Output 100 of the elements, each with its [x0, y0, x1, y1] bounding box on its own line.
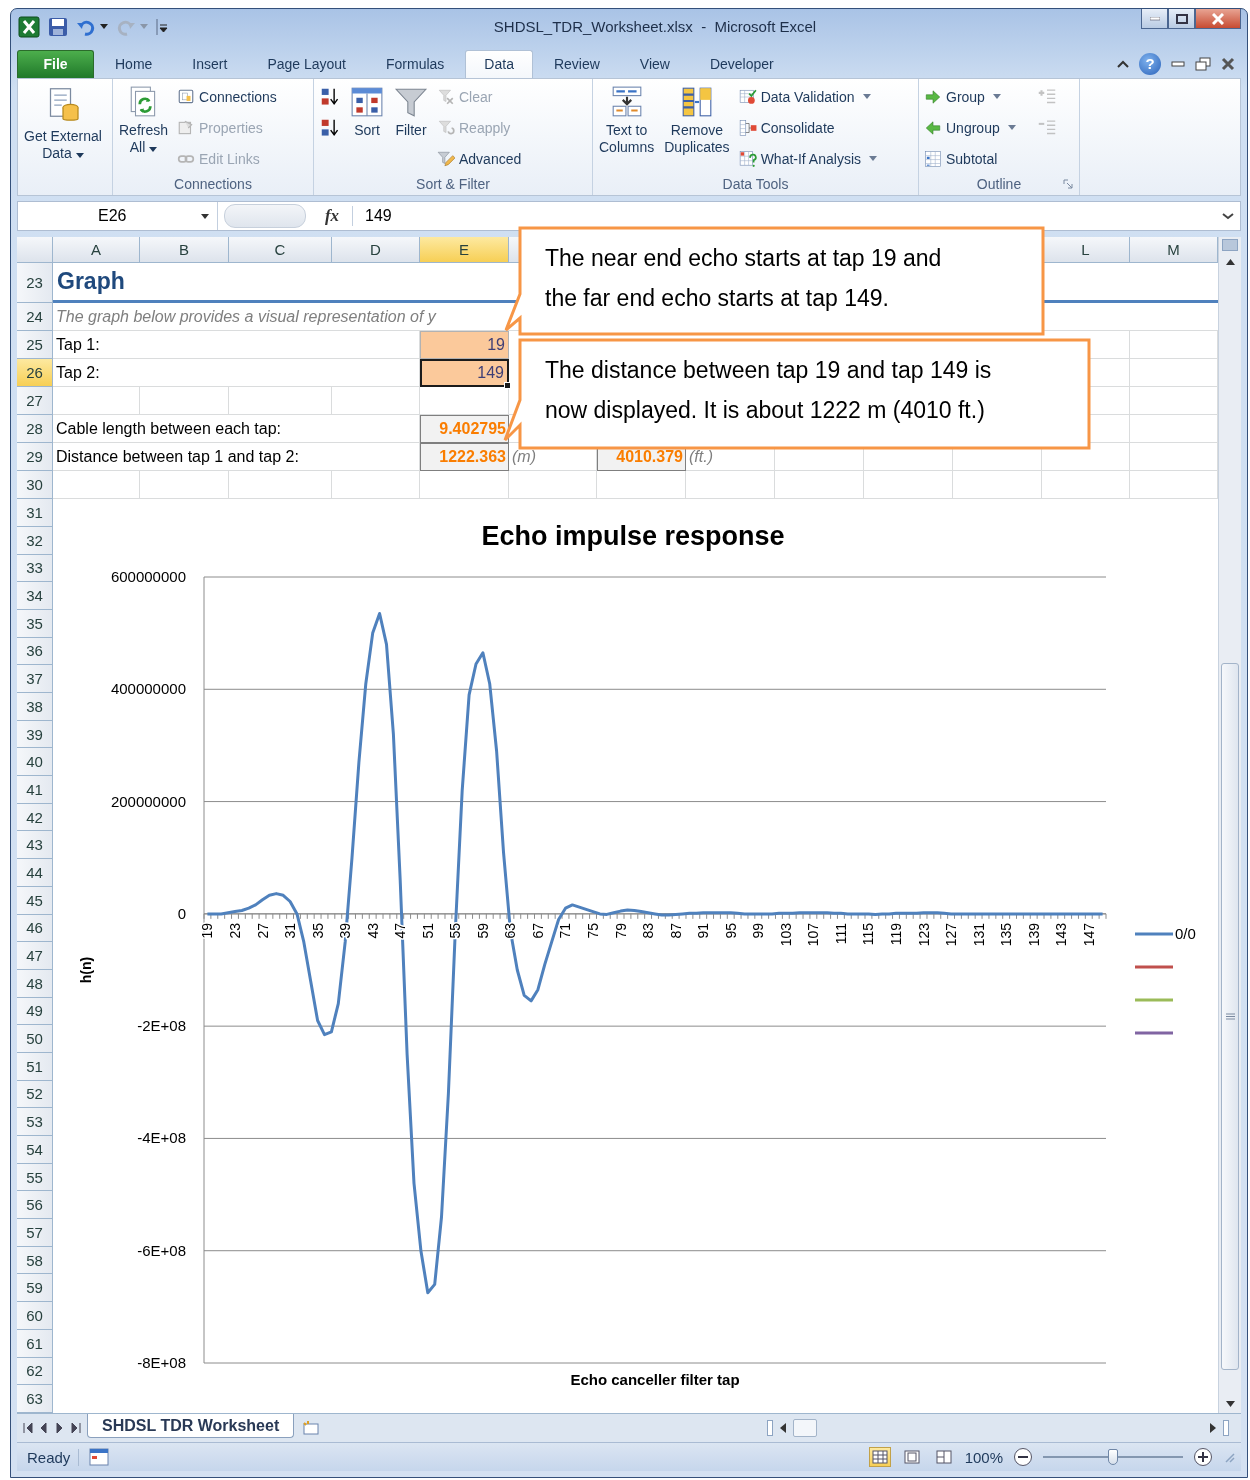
split-handle[interactable]	[1222, 239, 1238, 252]
row-header[interactable]: 39	[17, 720, 53, 749]
zoom-slider-thumb[interactable]	[1108, 1449, 1118, 1465]
row-header[interactable]: 47	[17, 942, 53, 970]
formula-bar-handle[interactable]	[224, 204, 306, 229]
row-header[interactable]: 37	[17, 665, 53, 693]
ribbon-button[interactable]: What-If Analysis	[736, 144, 879, 173]
row-header[interactable]: 55	[17, 1163, 53, 1192]
row-header[interactable]: 52	[17, 1080, 53, 1109]
sheet-nav-icon[interactable]	[39, 1422, 49, 1435]
row-header[interactable]: 43	[17, 831, 53, 860]
column-header[interactable]: A	[53, 237, 140, 264]
row-header[interactable]: 34	[17, 582, 53, 610]
expand-formula-icon[interactable]	[1220, 211, 1236, 222]
column-header[interactable]: E	[420, 237, 509, 264]
sheet-nav-icon[interactable]	[55, 1422, 65, 1435]
ribbon-tab[interactable]: Page Layout	[248, 49, 365, 78]
ribbon-button[interactable]: Consolidate	[736, 113, 879, 142]
row-header[interactable]: 46	[17, 914, 53, 943]
row-header[interactable]: 44	[17, 859, 53, 887]
row-header[interactable]: 61	[17, 1329, 53, 1358]
collapse-ribbon-icon[interactable]	[1117, 59, 1129, 68]
row-header[interactable]: 32	[17, 526, 53, 555]
row-header[interactable]: 35	[17, 609, 53, 638]
ribbon-button[interactable]: Remove Duplicates	[661, 82, 733, 158]
record-macro-icon[interactable]	[89, 1448, 110, 1466]
row-header[interactable]: 23	[17, 263, 53, 304]
scroll-right-icon[interactable]	[1209, 1423, 1217, 1434]
row-header[interactable]: 53	[17, 1108, 53, 1136]
column-header[interactable]: M	[1130, 237, 1218, 264]
close-icon[interactable]	[1221, 56, 1235, 71]
save-button[interactable]	[47, 16, 69, 37]
formula-field[interactable]: 149	[353, 207, 1220, 226]
customize-toolbar-button[interactable]	[155, 18, 169, 35]
close-button[interactable]	[1195, 9, 1241, 29]
input-cell[interactable]: 19	[420, 331, 509, 360]
ribbon-tab[interactable]: Insert	[173, 49, 247, 78]
row-header[interactable]: 63	[17, 1385, 53, 1413]
column-header[interactable]: B	[140, 237, 229, 264]
ribbon-button[interactable]: Refresh All	[116, 82, 172, 158]
insert-function-button[interactable]: fx	[312, 206, 353, 227]
column-header[interactable]: L	[1042, 237, 1130, 264]
row-header[interactable]: 59	[17, 1274, 53, 1303]
row-header[interactable]: 57	[17, 1219, 53, 1247]
row-header[interactable]: 28	[17, 415, 53, 444]
split-handle-icon[interactable]	[767, 1420, 773, 1437]
row-header[interactable]: 40	[17, 748, 53, 777]
row-header[interactable]: 58	[17, 1246, 53, 1275]
sheet-tab[interactable]: SHDSL TDR Worksheet	[87, 1414, 295, 1439]
ribbon-button[interactable]: Subtotal	[922, 144, 1018, 173]
app-button[interactable]	[17, 15, 41, 38]
ribbon-button[interactable]: Get External Data	[21, 82, 105, 164]
row-header[interactable]: 36	[17, 637, 53, 666]
ribbon-button[interactable]: Text to Columns	[596, 82, 658, 158]
ribbon-button[interactable]: Filter	[391, 82, 431, 141]
scroll-left-icon[interactable]	[779, 1423, 787, 1434]
row-header[interactable]: 48	[17, 969, 53, 998]
zoom-out-icon[interactable]	[1013, 1447, 1033, 1467]
ribbon-tab[interactable]: Review	[534, 49, 619, 78]
scrollbar-thumb[interactable]	[1221, 663, 1239, 1371]
row-header[interactable]: 31	[17, 499, 53, 527]
row-header[interactable]: 30	[17, 471, 53, 500]
zoom-in-icon[interactable]	[1193, 1447, 1213, 1467]
column-header[interactable]: C	[229, 237, 332, 264]
row-header[interactable]: 56	[17, 1191, 53, 1220]
maximize-button[interactable]	[1168, 9, 1195, 29]
horizontal-scrollbar-thumb[interactable]	[793, 1419, 817, 1438]
ribbon-button[interactable]: Data Validation	[736, 82, 879, 111]
row-header[interactable]: 38	[17, 693, 53, 721]
ribbon-tab[interactable]: Home	[96, 49, 172, 78]
row-header[interactable]: 60	[17, 1302, 53, 1330]
column-header[interactable]: D	[332, 237, 420, 264]
ribbon-tab[interactable]: Formulas	[367, 49, 464, 78]
row-header[interactable]: 62	[17, 1357, 53, 1386]
minimize-icon[interactable]	[1171, 60, 1185, 67]
ribbon-button[interactable]: Group	[922, 82, 1018, 111]
ribbon-button[interactable]: Sort	[347, 82, 387, 141]
minimize-button[interactable]	[1141, 9, 1168, 29]
sheet-nav-icon[interactable]	[71, 1422, 81, 1435]
dialog-launcher-icon[interactable]	[1063, 179, 1073, 190]
row-header[interactable]: 54	[17, 1136, 53, 1164]
row-header[interactable]: 26	[17, 359, 53, 388]
resize-grip-icon[interactable]	[1223, 1451, 1235, 1463]
ribbon-button[interactable]: Connections	[175, 82, 279, 111]
row-header[interactable]: 27	[17, 387, 53, 416]
sheet-nav-icon[interactable]	[23, 1422, 33, 1435]
row-header[interactable]: 33	[17, 554, 53, 583]
file-tab[interactable]: File	[17, 49, 94, 78]
row-header[interactable]: 51	[17, 1052, 53, 1081]
ribbon-button[interactable]: Advanced	[435, 144, 524, 173]
split-handle-icon[interactable]	[1223, 1420, 1229, 1437]
row-header[interactable]: 29	[17, 443, 53, 472]
row-header[interactable]: 45	[17, 886, 53, 915]
row-header[interactable]: 50	[17, 1025, 53, 1053]
input-cell[interactable]: 149	[420, 359, 509, 388]
row-header[interactable]: 49	[17, 997, 53, 1026]
row-header[interactable]: 42	[17, 803, 53, 832]
name-box[interactable]: E26	[18, 202, 218, 231]
ribbon-tab[interactable]: View	[620, 49, 689, 78]
restore-icon[interactable]	[1195, 56, 1211, 71]
